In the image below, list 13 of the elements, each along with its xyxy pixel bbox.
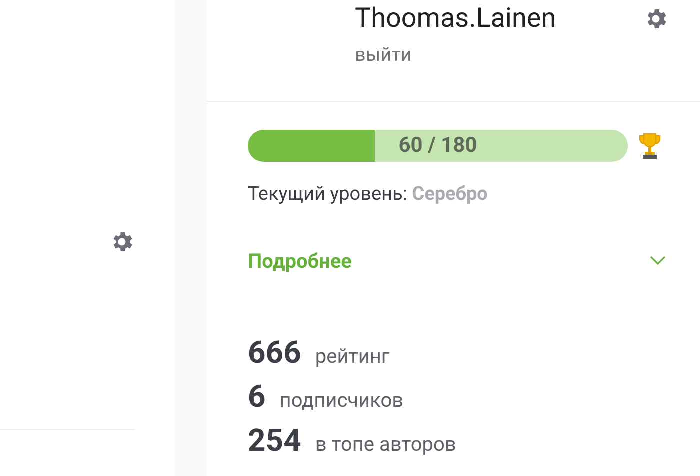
stat-label: рейтинг [315, 344, 390, 368]
stat-number: 666 [248, 335, 302, 371]
details-toggle[interactable]: Подробнее [248, 249, 666, 273]
stat-label: подписчиков [280, 388, 404, 412]
progress-reading: 60 / 180 [398, 134, 478, 158]
username: Thoomas.Lainen [355, 2, 556, 34]
stat-number: 6 [248, 379, 266, 415]
chevron-icon [650, 256, 666, 266]
logout-link[interactable]: выйти [355, 43, 556, 66]
stat-label: в топе авторов [315, 432, 456, 456]
trophy-icon [638, 132, 662, 160]
current-level-text: Текущий уровень: Серебро [248, 182, 489, 205]
stat-number: 254 [248, 423, 302, 459]
